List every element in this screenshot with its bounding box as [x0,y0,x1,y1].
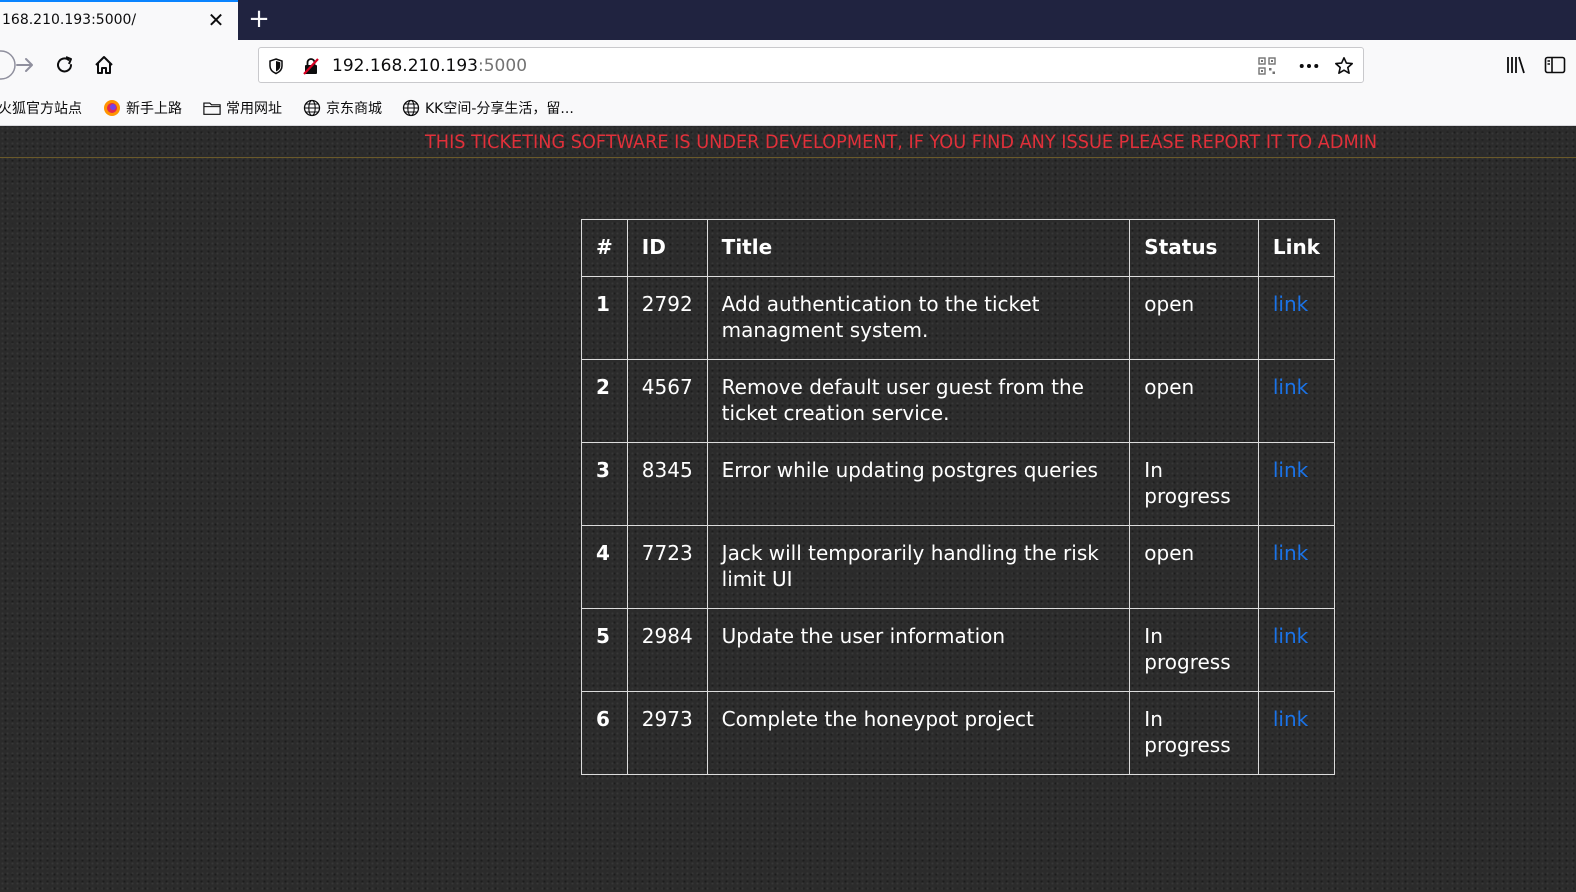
bookmark-item[interactable]: KK空间-分享生活，留... [402,98,574,118]
page-content: THIS TICKETING SOFTWARE IS UNDER DEVELOP… [0,126,1576,892]
table-row: 4 7723 Jack will temporarily handling th… [581,525,1336,609]
tab-strip: 168.210.193:5000/ ✕ + [0,0,1576,40]
table-row: 2 4567 Remove default user guest from th… [581,359,1336,443]
ticket-link-cell: link [1257,359,1336,443]
row-number: 5 [581,608,628,692]
page-actions-icon[interactable] [1299,56,1319,76]
globe-icon [303,99,321,117]
ticket-link-cell: link [1257,276,1336,360]
insecure-lock-icon[interactable] [301,56,321,76]
column-header-number: # [581,219,628,277]
shield-icon[interactable] [266,56,286,76]
ticket-link-cell: link [1257,691,1336,775]
address-bar[interactable]: 192.168.210.193:5000 [258,47,1364,83]
ticket-title: Error while updating postgres queries [706,442,1131,526]
ticket-title: Add authentication to the ticket managme… [706,276,1131,360]
reload-icon[interactable] [50,50,80,80]
ticket-link[interactable]: link [1273,458,1308,482]
ticket-status: In progress [1129,691,1259,775]
bookmarks-toolbar: 火狐官方站点 新手上路 常用网址 京东商城 KK空间-分享生活，留... [0,90,1576,126]
ticket-id: 7723 [626,525,708,609]
dev-warning-banner: THIS TICKETING SOFTWARE IS UNDER DEVELOP… [0,126,1576,158]
ticket-link-cell: link [1257,442,1336,526]
bookmark-label: KK空间-分享生活，留... [425,101,574,117]
ticket-title: Jack will temporarily handling the risk … [706,525,1131,609]
url-host: 192.168.210.193 [332,56,479,76]
bookmark-label: 京东商城 [326,101,382,117]
row-number: 2 [581,359,628,443]
ticket-status: In progress [1129,442,1259,526]
navigation-bar: 192.168.210.193:5000 [0,40,1576,90]
row-number: 6 [581,691,628,775]
new-tab-icon[interactable]: + [246,6,272,32]
ticket-status: open [1129,359,1259,443]
ticket-link[interactable]: link [1273,624,1308,648]
ticket-status: open [1129,525,1259,609]
bookmark-label: 火狐官方站点 [0,101,82,117]
column-header-status: Status [1129,219,1259,277]
ticket-status: In progress [1129,608,1259,692]
bookmark-item[interactable]: 火狐官方站点 [0,98,82,118]
close-tab-icon[interactable]: ✕ [206,10,226,30]
ticket-link-cell: link [1257,608,1336,692]
active-tab[interactable]: 168.210.193:5000/ ✕ [0,0,238,40]
table-row: 1 2792 Add authentication to the ticket … [581,276,1336,360]
sidebar-icon[interactable] [1540,50,1570,80]
globe-icon [402,99,420,117]
library-icon[interactable] [1501,50,1531,80]
firefox-icon [103,99,121,117]
ticket-link-cell: link [1257,525,1336,609]
ticket-title: Remove default user guest from the ticke… [706,359,1131,443]
ticket-id: 2984 [626,608,708,692]
ticket-status: open [1129,276,1259,360]
bookmark-label: 新手上路 [126,101,182,117]
bookmark-item[interactable]: 京东商城 [303,98,382,118]
row-number: 1 [581,276,628,360]
row-number: 4 [581,525,628,609]
forward-icon[interactable] [10,50,40,80]
bookmark-item[interactable]: 新手上路 [103,98,182,118]
column-header-id: ID [626,219,708,277]
ticket-title: Complete the honeypot project [706,691,1131,775]
bookmark-star-icon[interactable] [1334,56,1354,76]
table-row: 3 8345 Error while updating postgres que… [581,442,1336,526]
ticket-id: 2973 [626,691,708,775]
table-header-row: # ID Title Status Link [581,219,1336,277]
tickets-table: # ID Title Status Link 1 2792 Add authen… [581,219,1336,775]
tab-title: 168.210.193:5000/ [2,12,137,28]
column-header-link: Link [1257,219,1336,277]
ticket-id: 8345 [626,442,708,526]
bookmark-folder[interactable]: 常用网址 [203,98,282,118]
column-header-title: Title [706,219,1131,277]
ticket-link[interactable]: link [1273,707,1308,731]
url-text[interactable]: 192.168.210.193:5000 [332,56,527,76]
dev-warning-text: THIS TICKETING SOFTWARE IS UNDER DEVELOP… [425,131,1378,153]
ticket-title: Update the user information [706,608,1131,692]
ticket-id: 2792 [626,276,708,360]
table-row: 6 2973 Complete the honeypot project In … [581,691,1336,775]
bookmark-label: 常用网址 [226,101,282,117]
table-row: 5 2984 Update the user information In pr… [581,608,1336,692]
ticket-link[interactable]: link [1273,541,1308,565]
row-number: 3 [581,442,628,526]
home-icon[interactable] [89,50,119,80]
ticket-id: 4567 [626,359,708,443]
qr-code-icon[interactable] [1257,56,1277,76]
folder-icon [203,99,221,117]
ticket-link[interactable]: link [1273,375,1308,399]
ticket-link[interactable]: link [1273,292,1308,316]
url-port: :5000 [478,56,528,76]
